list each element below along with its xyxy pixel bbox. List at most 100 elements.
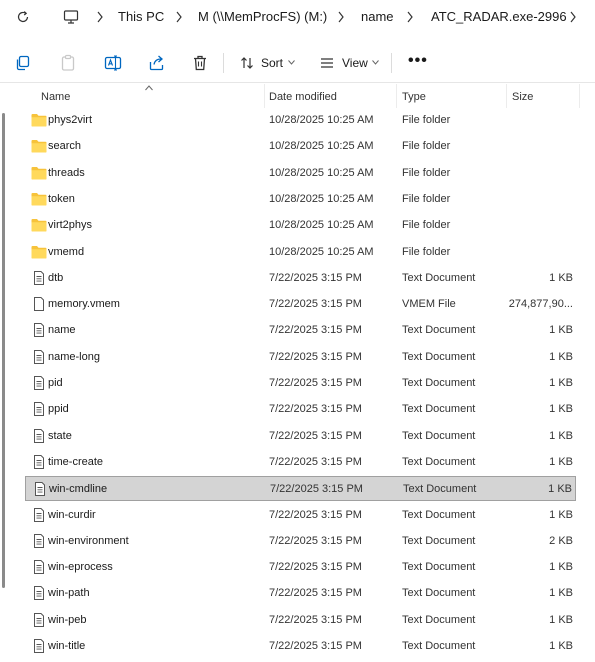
refresh-icon[interactable]: [16, 10, 30, 24]
chevron-right-icon[interactable]: [569, 11, 577, 23]
file-icon: [31, 297, 47, 312]
folder-row[interactable]: vmemd 10/28/2025 10:25 AM File folder: [25, 240, 576, 265]
date-modified: 7/22/2025 3:15 PM: [269, 534, 362, 547]
file-name: token: [48, 192, 75, 205]
file-row[interactable]: win-eprocess 7/22/2025 3:15 PM Text Docume…: [25, 555, 576, 580]
date-modified: 7/22/2025 3:15 PM: [269, 324, 362, 337]
file-name: win-title: [48, 640, 86, 652]
date-modified: 7/22/2025 3:15 PM: [269, 508, 362, 521]
file-type: File folder: [402, 245, 451, 258]
column-header-type[interactable]: Type: [402, 90, 426, 104]
date-modified: 7/22/2025 3:15 PM: [269, 350, 362, 363]
file-type: Text Document: [402, 377, 476, 389]
address-bar[interactable]: This PC M (\\MemProcFS) (M:) name ATC_RA…: [0, 0, 595, 36]
file-size: 1 KB: [549, 613, 573, 626]
date-modified: 10/28/2025 10:25 AM: [269, 114, 374, 126]
document-icon: [31, 349, 47, 364]
file-row[interactable]: name-long 7/22/2025 3:15 PM Text Document 1…: [25, 345, 576, 370]
document-icon: [31, 323, 47, 338]
command-bar: Sort View •••: [0, 44, 595, 83]
file-row[interactable]: pid 7/22/2025 3:15 PM Text Document 1 KB: [25, 371, 576, 396]
share-icon[interactable]: [148, 54, 166, 72]
file-row[interactable]: memory.vmem 7/22/2025 3:15 PM VMEM File 274…: [25, 292, 576, 317]
column-header-row: Name Date modified Type Size: [0, 84, 595, 108]
file-type: File folder: [402, 140, 451, 153]
breadcrumb-name[interactable]: name: [361, 9, 394, 25]
rename-icon[interactable]: [104, 54, 122, 72]
file-row[interactable]: win-environment 7/22/2025 3:15 PM Text Doc…: [25, 529, 576, 554]
file-name: name-long: [48, 350, 100, 363]
file-row[interactable]: dtb 7/22/2025 3:15 PM Text Document 1 KB: [25, 266, 576, 291]
file-type: Text Document: [402, 640, 476, 652]
file-row[interactable]: time-create 7/22/2025 3:15 PM Text Documen…: [25, 450, 576, 475]
view-label: View: [342, 56, 368, 70]
date-modified: 7/22/2025 3:15 PM: [270, 483, 363, 496]
file-name: virt2phys: [48, 219, 93, 232]
column-divider[interactable]: [264, 84, 265, 108]
copy-icon[interactable]: [14, 54, 32, 72]
file-row[interactable]: state 7/22/2025 3:15 PM Text Document 1 KB: [25, 424, 576, 449]
date-modified: 7/22/2025 3:15 PM: [269, 429, 362, 442]
toolbar-divider: [223, 53, 224, 73]
file-size: 1 KB: [549, 508, 573, 521]
breadcrumb-process[interactable]: ATC_RADAR.exe-2996: [431, 9, 567, 25]
date-modified: 10/28/2025 10:25 AM: [269, 219, 374, 232]
folder-icon: [31, 192, 47, 206]
file-size: 1 KB: [549, 561, 573, 574]
sort-button[interactable]: Sort: [240, 54, 298, 72]
breadcrumb-drive[interactable]: M (\\MemProcFS) (M:): [198, 9, 327, 25]
file-size: 2 KB: [549, 534, 573, 547]
file-name: win-eprocess: [48, 561, 113, 574]
document-icon: [31, 507, 47, 522]
file-row[interactable]: win-cmdline 7/22/2025 3:15 PM Text Documen…: [25, 476, 576, 502]
file-type: Text Document: [402, 271, 476, 284]
chevron-down-icon: [288, 60, 295, 65]
column-divider[interactable]: [506, 84, 507, 108]
file-type: VMEM File: [402, 298, 456, 311]
date-modified: 7/22/2025 3:15 PM: [269, 613, 362, 626]
column-header-size[interactable]: Size: [512, 90, 533, 104]
folder-icon: [31, 113, 47, 127]
file-name: pid: [48, 377, 63, 389]
file-type: Text Document: [402, 324, 476, 337]
file-row[interactable]: ppid 7/22/2025 3:15 PM Text Document 1 KB: [25, 397, 576, 422]
folder-row[interactable]: search 10/28/2025 10:25 AM File folder: [25, 134, 576, 159]
folder-row[interactable]: token 10/28/2025 10:25 AM File folder: [25, 187, 576, 212]
paste-icon[interactable]: [59, 54, 77, 72]
chevron-right-icon[interactable]: [406, 11, 414, 23]
chevron-right-icon[interactable]: [175, 11, 183, 23]
folder-icon: [31, 245, 47, 259]
column-header-date[interactable]: Date modified: [269, 90, 337, 104]
document-icon: [31, 428, 47, 443]
document-icon: [31, 454, 47, 469]
file-row[interactable]: win-peb 7/22/2025 3:15 PM Text Document 1 K…: [25, 608, 576, 633]
file-row[interactable]: name 7/22/2025 3:15 PM Text Document 1 KB: [25, 318, 576, 343]
delete-icon[interactable]: [191, 54, 209, 72]
folder-row[interactable]: threads 10/28/2025 10:25 AM File folder: [25, 161, 576, 186]
date-modified: 7/22/2025 3:15 PM: [269, 561, 362, 574]
document-icon: [31, 586, 47, 601]
folder-row[interactable]: virt2phys 10/28/2025 10:25 AM File folder: [25, 213, 576, 238]
file-type: Text Document: [403, 483, 477, 496]
file-row[interactable]: win-curdir 7/22/2025 3:15 PM Text Document…: [25, 503, 576, 528]
column-divider[interactable]: [579, 84, 580, 108]
file-row[interactable]: win-path 7/22/2025 3:15 PM Text Document 1 …: [25, 581, 576, 606]
file-type: File folder: [402, 114, 451, 126]
file-name: win-curdir: [48, 508, 96, 521]
date-modified: 10/28/2025 10:25 AM: [269, 140, 374, 153]
more-options-button[interactable]: •••: [408, 52, 428, 70]
document-icon: [31, 402, 47, 417]
vertical-scrollbar[interactable]: [2, 113, 5, 588]
file-row[interactable]: win-title 7/22/2025 3:15 PM Text Document 1…: [25, 634, 576, 659]
breadcrumb-this-pc[interactable]: This PC: [118, 9, 164, 25]
column-header-name[interactable]: Name: [41, 90, 70, 104]
file-name: ppid: [48, 403, 69, 416]
column-divider[interactable]: [396, 84, 397, 108]
file-size: 1 KB: [549, 455, 573, 468]
chevron-right-icon[interactable]: [337, 11, 345, 23]
document-icon: [31, 639, 47, 653]
folder-row[interactable]: phys2virt 10/28/2025 10:25 AM File folder: [25, 108, 576, 133]
file-name: memory.vmem: [48, 298, 120, 311]
file-name: dtb: [48, 271, 64, 284]
view-button[interactable]: View: [320, 54, 382, 72]
